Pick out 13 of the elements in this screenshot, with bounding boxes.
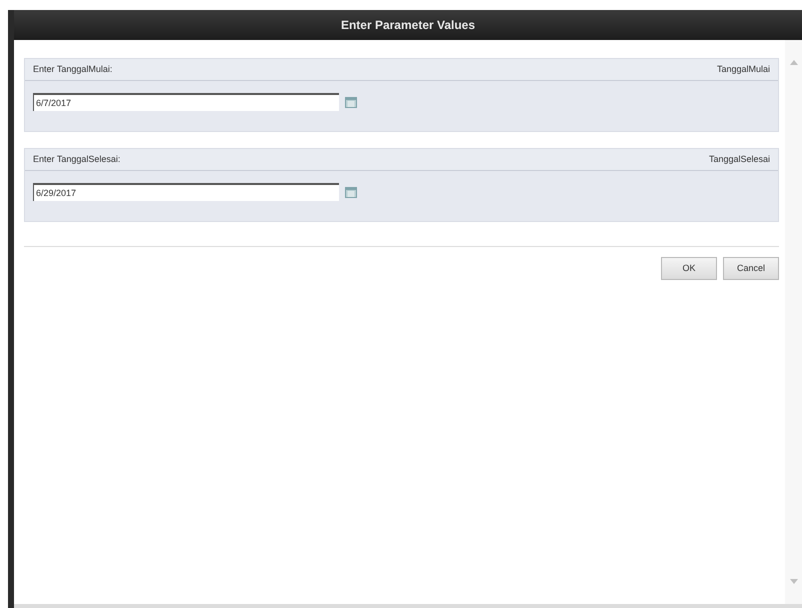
parameter-name: TanggalSelesai: [708, 152, 770, 166]
ok-button[interactable]: OK: [661, 257, 717, 280]
date-field[interactable]: 6/7/2017: [33, 93, 339, 111]
parameter-prompt: Enter TanggalSelesai:: [33, 152, 120, 166]
calendar-icon[interactable]: [345, 186, 357, 198]
cancel-button[interactable]: Cancel: [723, 257, 779, 280]
scroll-up-icon[interactable]: [790, 60, 798, 65]
date-field[interactable]: 6/29/2017: [33, 183, 339, 201]
calendar-icon[interactable]: [345, 96, 357, 108]
scroll-down-icon[interactable]: [790, 579, 798, 584]
parameter-prompt: Enter TanggalMulai:: [33, 62, 112, 76]
window-title: Enter Parameter Values: [340, 17, 476, 34]
parameter-name: TanggalMulai: [716, 62, 770, 76]
